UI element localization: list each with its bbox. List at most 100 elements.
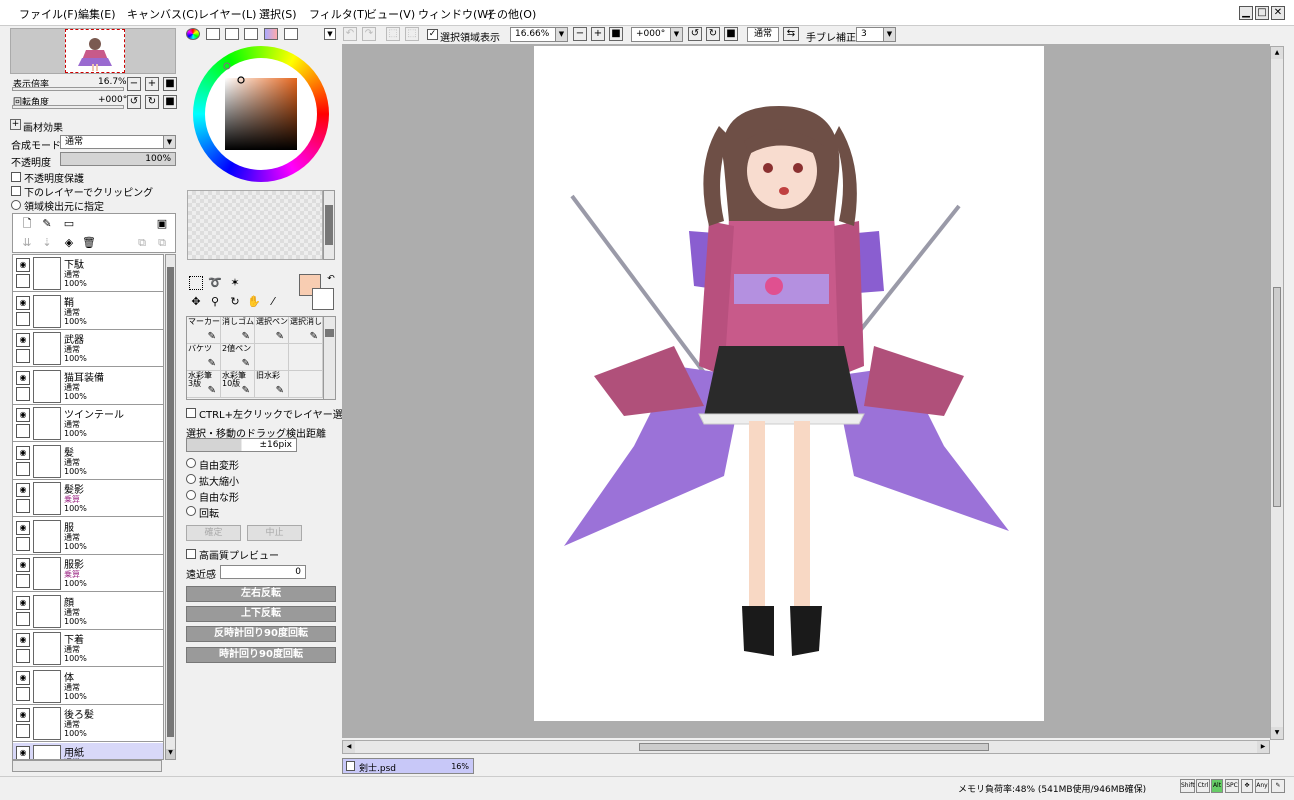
transfer-down-icon[interactable]: ⇊ [20,236,34,250]
brush-slot[interactable]: 水彩筆 10版 ✎ [221,371,255,398]
color-wheel-tab-icon[interactable] [186,28,200,40]
layer-row[interactable]: ◉ 武器 通常 100% [13,330,163,367]
rotate-icon[interactable]: ↻ [228,295,242,309]
selection-source-radio[interactable] [11,200,21,210]
magic-wand-icon[interactable]: ✶ [228,276,242,290]
canvas-paper[interactable] [534,46,1044,721]
maximize-icon[interactable]: □ [1255,6,1269,20]
layer-row[interactable]: ◉ 髪影 乗算 100% [13,480,163,517]
merge-down-icon[interactable]: ⇣ [40,236,54,250]
color-wheel[interactable] [193,46,329,182]
cancel-button[interactable]: 中止 [247,525,302,541]
copy-layer-icon[interactable]: ⧉ [135,236,149,250]
layer-row[interactable]: ◉ 髪通常 100% [13,442,163,480]
toolbar-zoom-in-button[interactable]: + [591,27,605,41]
invert-selection-icon[interactable]: ⬚ [405,27,419,41]
hq-preview-checkbox[interactable] [186,549,196,559]
scale-radio[interactable] [186,474,196,484]
rotate-ccw-button[interactable]: 反時計回り90度回転 [186,626,336,642]
scroll-up-icon[interactable]: ▲ [1271,47,1283,59]
layer-lock-checkbox[interactable] [16,724,30,738]
menu-edit[interactable]: 編集(E) [78,6,116,22]
minimize-icon[interactable]: ▁ [1239,6,1253,20]
swap-colors-icon[interactable]: ↶ [324,272,338,286]
swatch-tab-icon[interactable] [264,28,278,40]
eye-icon[interactable]: ◉ [16,708,30,722]
layer-lock-checkbox[interactable] [16,349,30,363]
clear-layer-icon[interactable]: ◈ [62,236,76,250]
canvas-vscrollbar[interactable]: ▲ ▼ [1270,46,1284,740]
stabilizer-select[interactable]: 3 ▼ [856,27,896,42]
background-color[interactable] [312,288,334,310]
flip-horizontal-button[interactable]: 左右反転 [186,586,336,602]
brush-slot[interactable] [289,344,323,371]
menu-window[interactable]: ウィンドウ(W) [418,6,492,22]
eye-icon[interactable]: ◉ [16,633,30,647]
toolbar-zoom-out-button[interactable]: − [573,27,587,41]
brush-slot[interactable]: 選択ペン ✎ [255,317,289,344]
menu-canvas[interactable]: キャンバス(C) [127,6,198,22]
scratchpad-tab-icon[interactable] [284,28,298,40]
deselect-icon[interactable]: ⬚ [386,27,400,41]
new-folder-icon[interactable]: ▭ [62,217,76,231]
view-mode-button[interactable]: 通常 [747,27,779,42]
expand-icon[interactable]: + [10,119,21,130]
zoom-icon[interactable]: ⚲ [208,295,222,309]
layer-row[interactable]: ◉ 服通常 100% [13,517,163,555]
hsv-slider-tab-icon[interactable] [225,28,239,40]
canvas-hscroll-thumb[interactable] [639,743,989,751]
rotate-left-button[interactable]: ↺ [127,95,141,109]
redo-icon[interactable]: ↷ [362,27,376,41]
brush-slot[interactable] [289,371,323,398]
clipping-checkbox[interactable] [11,186,21,196]
layer-row[interactable]: ◉ 服影 乗算 100% [13,555,163,592]
navigator-panel[interactable] [10,28,176,74]
scroll-left-icon[interactable]: ◀ [343,741,355,753]
zoom-in-button[interactable]: + [145,77,159,91]
menu-select[interactable]: 選択(S) [259,6,297,22]
layer-row[interactable]: ◉ 体通常 100% [13,667,163,705]
eye-icon[interactable]: ◉ [16,595,30,610]
trash-icon[interactable]: 🗑 [82,236,96,250]
layer-row[interactable]: ◉ 猫耳装備 通常 100% [13,367,163,405]
eye-icon[interactable]: ◉ [16,520,30,535]
opacity-slider[interactable]: 100% [60,152,176,166]
layer-row[interactable]: ◉用紙通常 [13,742,163,759]
ctrl-click-checkbox[interactable] [186,408,196,418]
angle-select[interactable]: +000° ▼ [631,27,683,42]
move-icon[interactable]: ✥ [189,295,203,309]
preserve-opacity-checkbox[interactable] [11,172,21,182]
rotation-slider[interactable] [12,105,124,109]
scratchpad-scrollbar[interactable] [323,190,335,260]
menu-layer[interactable]: レイヤー(L) [198,6,256,22]
layer-row[interactable]: ◉ ツインテール 通常 100% [13,405,163,442]
layer-list-scrollbar[interactable]: ▼ [165,254,176,760]
drag-distance-slider[interactable]: ±16pix [186,438,297,452]
layer-lock-checkbox[interactable] [16,574,30,588]
layer-lock-checkbox[interactable] [16,686,30,701]
eye-icon[interactable]: ◉ [16,295,30,310]
brush-slot[interactable]: マーカー ✎ [187,317,221,344]
eye-icon[interactable]: ◉ [16,408,30,422]
rect-select-icon[interactable] [189,276,203,290]
layer-mask-icon[interactable]: ▣ [155,217,169,231]
brush-slot[interactable]: 2値ペン ✎ [221,344,255,371]
layer-lock-checkbox[interactable] [16,649,30,663]
rotation-reset-button[interactable]: ■ [163,95,177,109]
brush-slot[interactable]: 旧水彩 ✎ [255,371,289,398]
menu-other[interactable]: その他(O) [486,6,536,22]
layer-lock-checkbox[interactable] [16,424,30,438]
eye-icon[interactable]: ◉ [16,370,30,385]
zoom-out-button[interactable]: − [127,77,141,91]
layer-lock-checkbox[interactable] [16,499,30,513]
zoom-select[interactable]: 16.66% ▼ [510,27,568,42]
scratchpad-area[interactable] [187,190,323,260]
eye-icon[interactable]: ◉ [16,445,30,460]
layer-row[interactable]: ◉ 下着 通常 100% [13,630,163,667]
show-selection-checkbox[interactable]: ✓ [427,29,438,40]
toolbar-zoom-reset-button[interactable]: ■ [609,27,623,41]
brush-slot[interactable]: 消しゴム ✎ [221,317,255,344]
zoom-slider[interactable] [12,87,124,91]
brush-slot[interactable]: バケツ ✎ [187,344,221,371]
rotate-cw-button[interactable]: 時計回り90度回転 [186,647,336,663]
